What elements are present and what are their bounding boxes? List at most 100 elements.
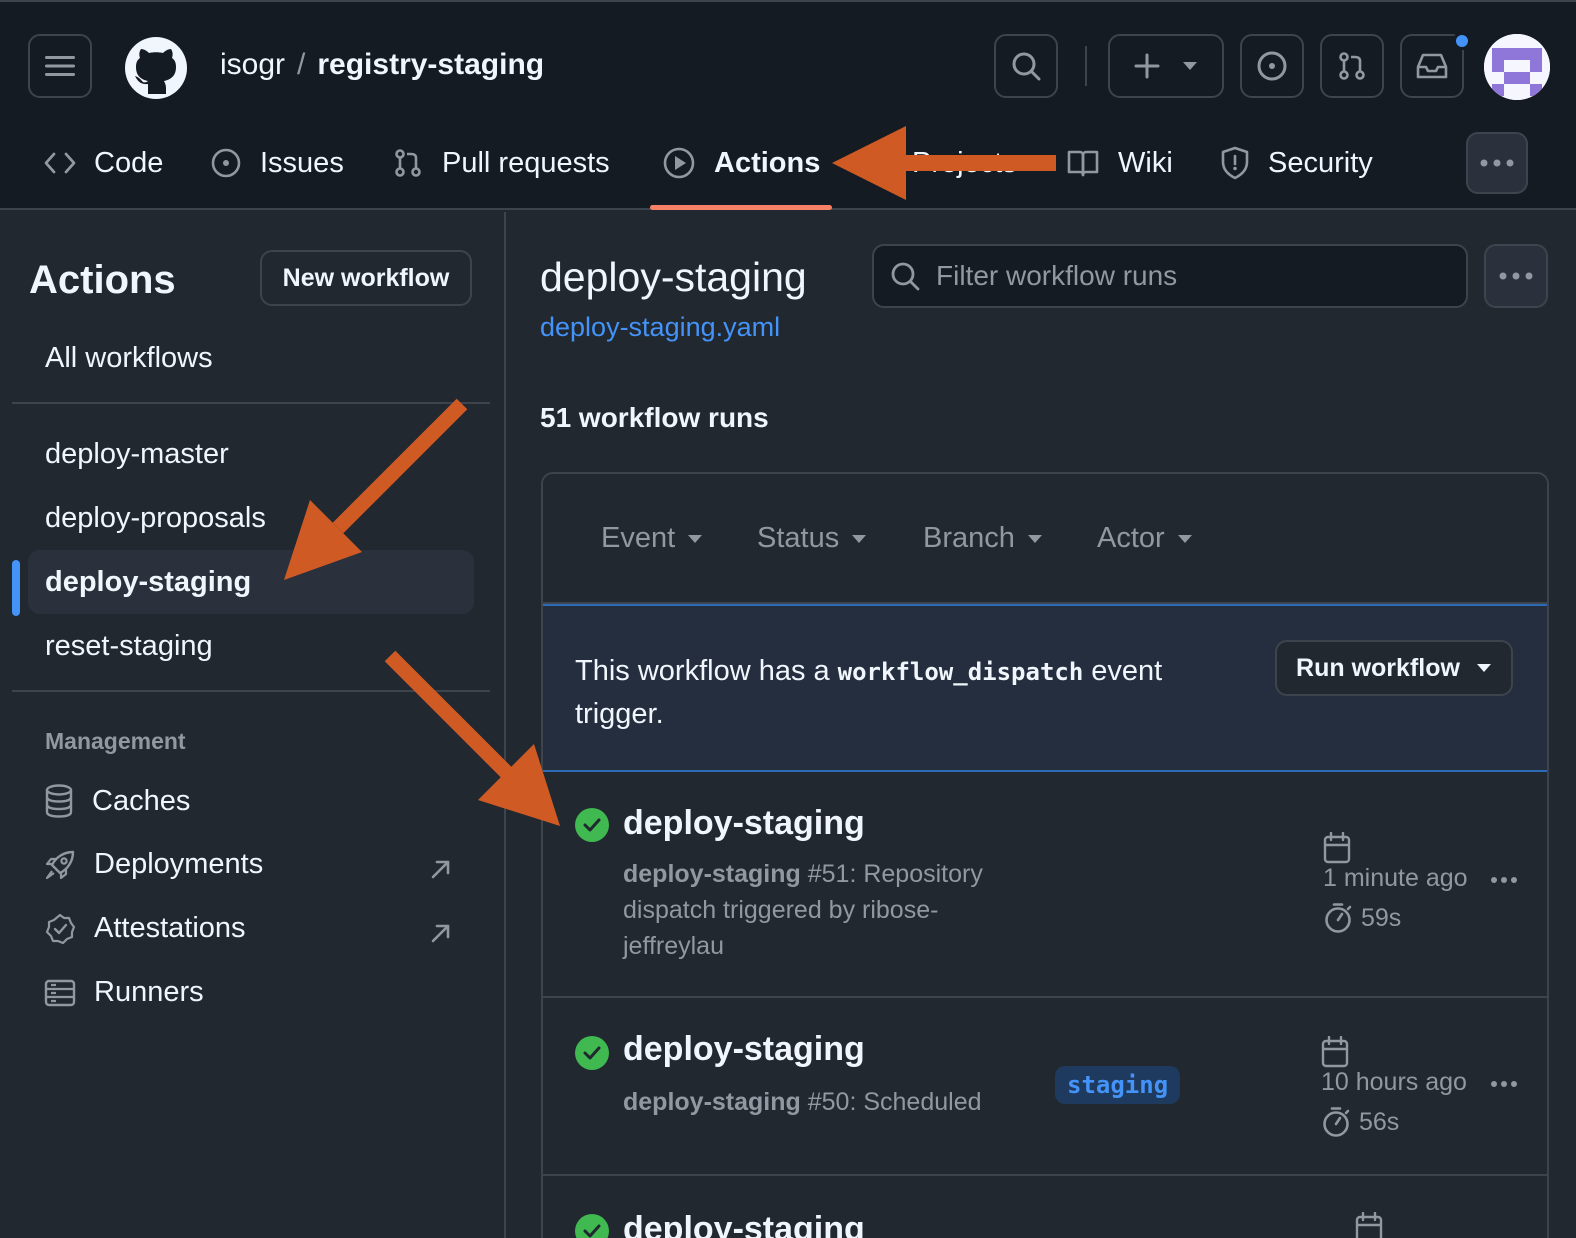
avatar[interactable] — [1484, 34, 1550, 100]
deployments-label: Deployments — [94, 848, 264, 880]
create-new-button[interactable] — [1108, 34, 1224, 98]
workflow-file-link[interactable]: deploy-staging.yaml — [540, 312, 780, 343]
sidebar-item-deployments[interactable]: Deployments — [44, 848, 263, 881]
issues-button[interactable] — [1240, 34, 1304, 98]
runs-filter-bar: Event Status Branch Actor — [543, 474, 1547, 604]
tab-projects[interactable]: Projects — [912, 130, 1017, 196]
issue-opened-icon — [1257, 51, 1287, 81]
kebab-horizontal-icon[interactable] — [1491, 876, 1517, 884]
status-filter-dropdown[interactable]: Status — [757, 522, 867, 555]
menu-button[interactable] — [28, 34, 92, 98]
run-duration-value: 56s — [1359, 1107, 1400, 1136]
tab-wiki[interactable]: Wiki — [1066, 130, 1173, 196]
run-description: deploy-staging #51: Repository dispatch … — [623, 856, 1023, 964]
pull-requests-button[interactable] — [1320, 34, 1384, 98]
workflow-run-row[interactable]: deploy-staging — [543, 1176, 1547, 1238]
inbox-icon — [1416, 53, 1448, 79]
verified-icon — [45, 913, 76, 944]
actor-filter-dropdown[interactable]: Actor — [1097, 522, 1193, 555]
github-logo-icon[interactable] — [124, 36, 188, 100]
management-heading: Management — [45, 728, 186, 754]
run-title-link[interactable]: deploy-staging — [623, 1210, 865, 1238]
workflow-run-row[interactable]: deploy-staging deploy-staging #51: Repos… — [543, 772, 1547, 998]
event-filter-label: Event — [601, 522, 676, 554]
dispatch-text-before: This workflow has a — [575, 655, 830, 687]
tab-code[interactable]: Code — [44, 130, 163, 196]
check-circle-icon — [575, 1036, 609, 1070]
arrow-up-right-icon — [431, 924, 450, 943]
calendar-icon — [1355, 1212, 1383, 1238]
arrow-up-right-icon — [431, 860, 450, 879]
tab-code-label: Code — [94, 146, 164, 179]
run-workflow-button[interactable]: Run workflow — [1275, 640, 1513, 696]
search-icon — [891, 262, 920, 291]
caches-label: Caches — [92, 784, 191, 817]
check-circle-icon — [575, 808, 609, 842]
run-description: deploy-staging #50: Scheduled — [623, 1084, 1063, 1120]
tab-actions[interactable]: Actions — [662, 130, 820, 196]
active-tab-underline — [650, 205, 832, 210]
run-workflow-name: deploy-staging — [623, 1088, 801, 1116]
database-icon — [45, 784, 73, 818]
event-filter-dropdown[interactable]: Event — [601, 522, 703, 555]
plus-icon — [1134, 53, 1160, 79]
attestations-label: Attestations — [94, 912, 246, 944]
run-workflow-label: Run workflow — [1296, 653, 1460, 682]
actor-filter-label: Actor — [1097, 522, 1165, 554]
workflow-dispatch-banner: This workflow has a workflow_dispatch even… — [543, 604, 1547, 772]
search-button[interactable] — [994, 34, 1058, 98]
triangle-down-icon — [1183, 62, 1197, 70]
check-circle-icon — [575, 1214, 609, 1238]
new-workflow-button[interactable]: New workflow — [260, 250, 472, 306]
branch-filter-label: Branch — [923, 522, 1015, 554]
shield-icon — [1221, 146, 1249, 180]
tab-projects-label: Projects — [912, 146, 1017, 179]
runners-label: Runners — [94, 976, 204, 1008]
filter-runs-field[interactable] — [872, 244, 1468, 308]
branch-label[interactable]: staging — [1055, 1066, 1181, 1104]
sidebar-item-all-workflows[interactable]: All workflows — [28, 326, 474, 390]
stopwatch-icon — [1323, 1107, 1350, 1137]
rocket-icon — [45, 850, 75, 879]
run-title-link[interactable]: deploy-staging — [623, 1030, 865, 1069]
issue-opened-icon — [211, 148, 241, 178]
dispatch-message: This workflow has a workflow_dispatch even… — [575, 650, 1235, 735]
triangle-down-icon — [1027, 534, 1042, 543]
more-tabs-button[interactable] — [1466, 132, 1528, 194]
git-pull-request-icon — [395, 149, 421, 177]
repo-owner-link[interactable]: isogr — [220, 48, 285, 81]
sidebar-item-deploy-staging[interactable]: deploy-staging — [28, 550, 474, 614]
triangle-down-icon — [688, 534, 703, 543]
workflow-runs-list: Event Status Branch Actor This workflow … — [541, 472, 1549, 1238]
sidebar-item-deploy-master[interactable]: deploy-master — [28, 422, 474, 486]
tab-security[interactable]: Security — [1220, 130, 1373, 196]
run-title-link[interactable]: deploy-staging — [623, 804, 865, 843]
sidebar-item-caches[interactable]: Caches — [44, 784, 190, 818]
triangle-down-icon — [1476, 664, 1491, 672]
stopwatch-icon — [1325, 903, 1352, 933]
workflow-run-count: 51 workflow runs — [540, 402, 769, 433]
tab-issues[interactable]: Issues — [210, 130, 344, 196]
book-icon — [1067, 150, 1099, 177]
calendar-icon — [1321, 1036, 1349, 1068]
header-divider — [1085, 46, 1087, 86]
sidebar-divider — [12, 690, 490, 692]
sidebar-item-attestations[interactable]: Attestations — [44, 912, 246, 945]
filter-runs-input[interactable] — [936, 260, 1436, 292]
sidebar-item-reset-staging[interactable]: reset-staging — [28, 614, 474, 678]
tab-pull-requests[interactable]: Pull requests — [392, 130, 610, 196]
sidebar-item-deploy-proposals[interactable]: deploy-proposals — [28, 486, 474, 550]
run-duration: 56s — [1321, 1106, 1399, 1138]
run-time: 10 hours ago — [1321, 1068, 1467, 1096]
branch-filter-dropdown[interactable]: Branch — [923, 522, 1043, 555]
play-icon — [663, 147, 695, 179]
actions-sidebar: Actions New workflow All workflows deplo… — [0, 212, 506, 1238]
kebab-horizontal-icon[interactable] — [1491, 1080, 1517, 1088]
repo-name-link[interactable]: registry-staging — [317, 48, 544, 81]
page-title: deploy-staging — [540, 254, 807, 300]
workflow-options-button[interactable] — [1484, 244, 1548, 308]
run-duration-value: 59s — [1361, 903, 1402, 932]
hamburger-icon — [45, 56, 75, 76]
sidebar-item-runners[interactable]: Runners — [44, 976, 204, 1009]
workflow-run-row[interactable]: deploy-staging deploy-staging #50: Sched… — [543, 998, 1547, 1176]
